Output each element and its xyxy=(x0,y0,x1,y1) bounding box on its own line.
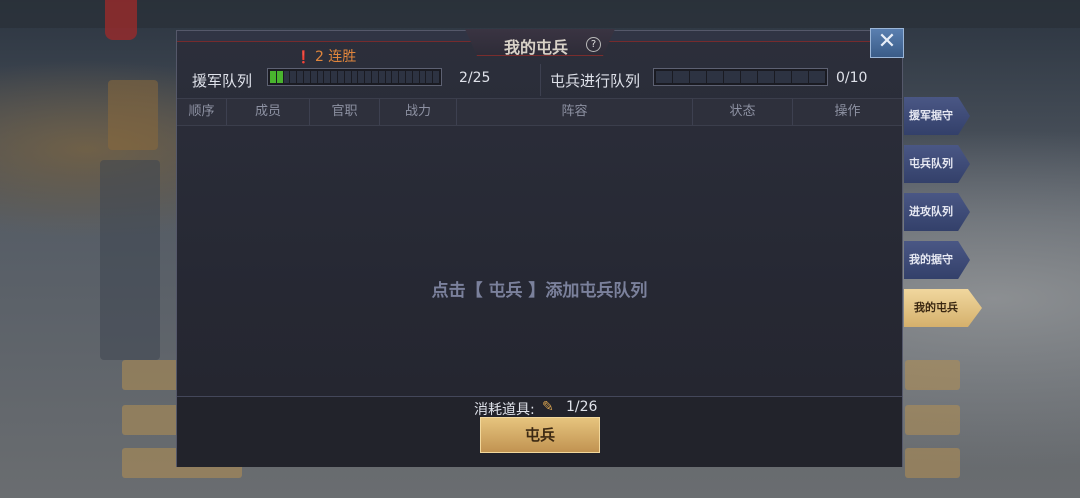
progress-segment xyxy=(690,71,706,83)
column-header-power: 战力 xyxy=(380,99,457,125)
progress-segment xyxy=(775,71,791,83)
side-tab-reinforce-hold[interactable]: 援军据守 xyxy=(904,97,970,135)
help-icon[interactable]: ? xyxy=(586,37,601,52)
side-tab-my-garrison[interactable]: 我的屯兵 xyxy=(904,289,982,327)
progress-segment xyxy=(809,71,825,83)
progress-segment xyxy=(707,71,723,83)
garrison-button[interactable]: 屯兵 xyxy=(480,417,600,453)
column-header-member: 成员 xyxy=(227,99,310,125)
progress-segment xyxy=(331,71,337,83)
consume-item-count: 1/26 xyxy=(566,399,598,415)
scroll-item-icon: ✎ xyxy=(542,399,554,415)
progress-segment xyxy=(419,71,426,83)
progress-segment xyxy=(673,71,689,83)
queue-status-row: 援军队列 2/25 屯兵进行队列 0/10 xyxy=(177,64,902,96)
progress-segment xyxy=(385,71,392,83)
progress-segment xyxy=(344,71,351,83)
table-header: 顺序 成员 官职 战力 阵容 状态 操作 xyxy=(177,98,902,126)
reinforce-queue-label: 援军队列 xyxy=(192,72,253,90)
progress-segment xyxy=(426,71,433,83)
background-panel xyxy=(100,160,160,360)
empty-list-hint: 点击【 屯兵 】添加屯兵队列 xyxy=(431,281,648,301)
progress-segment xyxy=(792,71,808,83)
side-tab-attack-queue[interactable]: 进攻队列 xyxy=(904,193,970,231)
progress-segment xyxy=(303,71,310,83)
progress-segment xyxy=(358,71,365,83)
progress-segment xyxy=(270,71,276,83)
background-button xyxy=(905,405,960,435)
column-header-action: 操作 xyxy=(834,104,861,119)
background-top-bar xyxy=(0,0,1080,28)
reinforce-queue-bar xyxy=(267,68,442,86)
progress-segment xyxy=(741,71,757,83)
progress-segment xyxy=(399,71,405,83)
progress-segment xyxy=(276,71,283,83)
progress-segment xyxy=(317,71,324,83)
column-header-rank: 官职 xyxy=(310,99,380,125)
garrison-queue-label: 屯兵进行队列 xyxy=(550,72,641,90)
background-button xyxy=(122,360,182,390)
progress-segment xyxy=(392,71,399,83)
background-card xyxy=(108,80,158,150)
background-button xyxy=(905,448,960,478)
queue-divider xyxy=(540,64,541,96)
progress-segment xyxy=(656,71,672,83)
progress-segment xyxy=(724,71,740,83)
garrison-queue-bar xyxy=(653,68,828,86)
progress-segment xyxy=(412,71,419,83)
background-button xyxy=(905,360,960,390)
progress-segment xyxy=(324,71,331,83)
background-flag xyxy=(105,0,137,40)
progress-segment xyxy=(371,71,378,83)
streak-text: 2 连胜 xyxy=(314,49,357,65)
progress-segment xyxy=(297,71,303,83)
consume-item-label: 消耗道具: xyxy=(474,402,535,418)
dialog-title: 我的屯兵 xyxy=(504,38,569,57)
column-header-status: 状态 xyxy=(693,99,793,125)
progress-segment xyxy=(290,71,297,83)
close-icon: ✕ xyxy=(877,29,897,54)
progress-segment xyxy=(378,71,385,83)
progress-segment xyxy=(405,71,412,83)
win-streak: ❗ 2 连胜 xyxy=(296,46,356,66)
side-tab-my-hold[interactable]: 我的据守 xyxy=(904,241,970,279)
progress-segment xyxy=(310,71,317,83)
column-header-order: 顺序 xyxy=(177,99,227,125)
garrison-queue-count: 0/10 xyxy=(836,70,868,86)
progress-segment xyxy=(337,71,344,83)
progress-segment xyxy=(351,71,358,83)
progress-segment xyxy=(365,71,371,83)
streak-icon: ❗ xyxy=(296,50,311,64)
progress-segment xyxy=(433,71,439,83)
background-button xyxy=(122,405,182,435)
reinforce-queue-count: 2/25 xyxy=(459,70,491,86)
progress-segment xyxy=(758,71,774,83)
column-header-lineup: 阵容 xyxy=(457,99,693,125)
progress-segment xyxy=(283,71,290,83)
side-tab-garrison-queue[interactable]: 屯兵队列 xyxy=(904,145,970,183)
close-button[interactable]: ✕ xyxy=(870,28,904,58)
